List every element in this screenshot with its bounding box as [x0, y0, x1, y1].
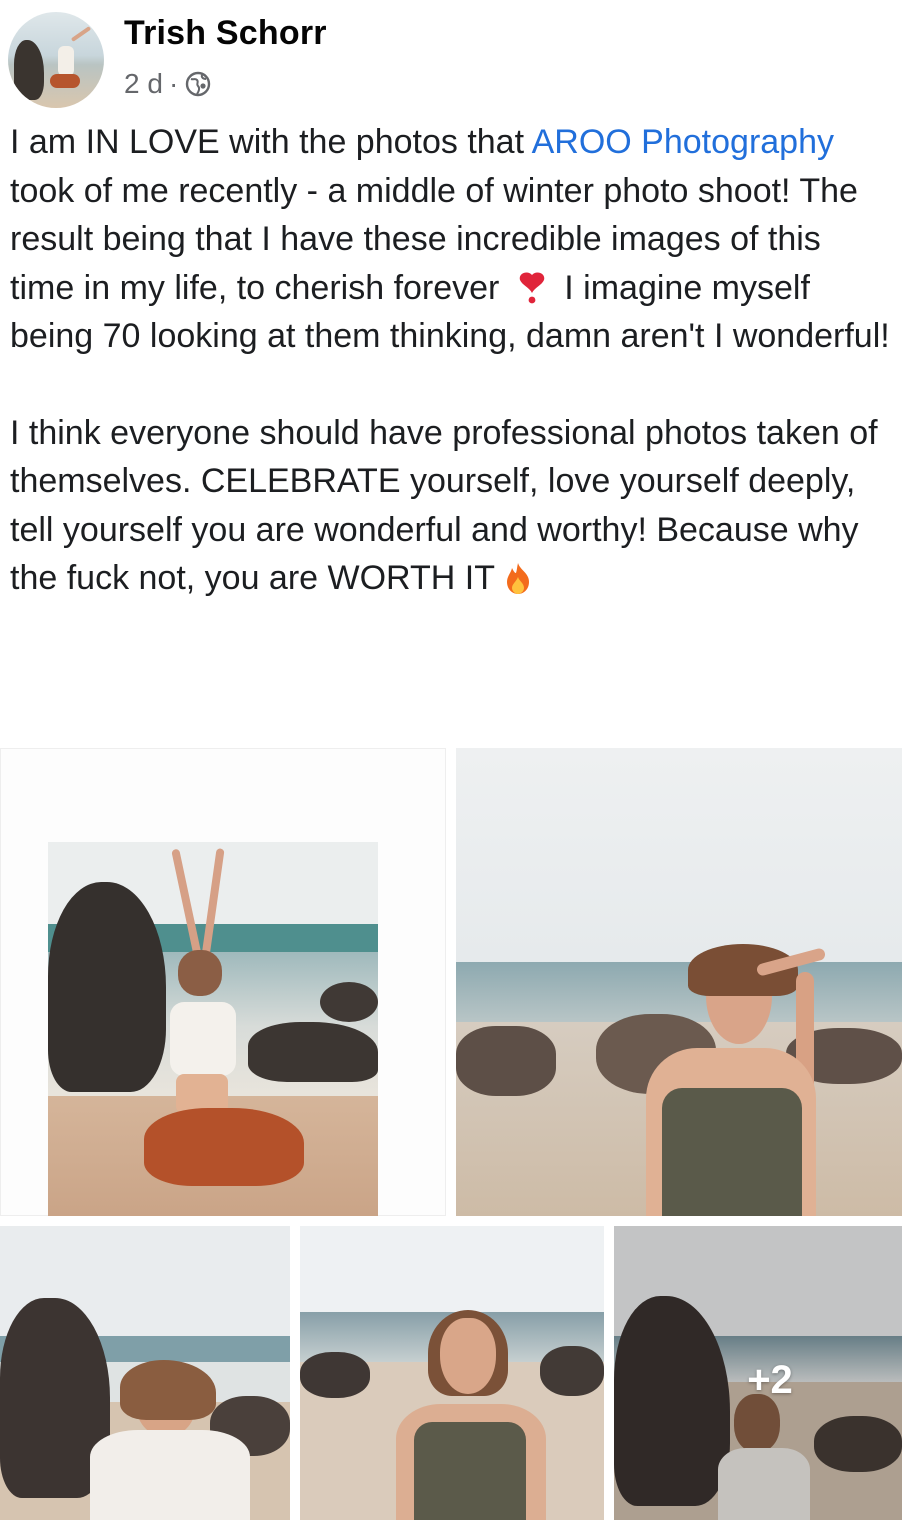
meta-separator: · — [168, 68, 179, 99]
page-link-aroo-photography[interactable]: AROO Photography — [532, 123, 834, 161]
gallery-photo-3[interactable] — [0, 1226, 290, 1520]
more-photos-overlay[interactable]: +2 — [614, 1226, 902, 1520]
photo-hand-in-hair — [456, 748, 902, 1216]
post-meta: 2 d · — [124, 66, 212, 102]
gallery-photo-4[interactable] — [300, 1226, 604, 1520]
post-text-segment: I am IN LOVE with the photos that — [10, 123, 532, 161]
fire-icon — [506, 563, 529, 594]
more-photos-count: +2 — [747, 1358, 793, 1402]
post-paragraph-1: I am IN LOVE with the photos that AROO P… — [10, 118, 894, 361]
post-header: Trish Schorr 2 d · — [0, 0, 902, 110]
avatar[interactable] — [8, 12, 104, 108]
post-text-segment: I think everyone should have professiona… — [10, 413, 878, 598]
gallery-photo-2[interactable] — [456, 748, 902, 1216]
photo-laughing — [0, 1226, 290, 1520]
photo-gallery: +2 — [0, 748, 902, 1520]
author-name[interactable]: Trish Schorr — [124, 14, 327, 53]
photo-portrait — [300, 1226, 604, 1520]
globe-icon[interactable] — [184, 70, 212, 98]
gallery-photo-5-more[interactable]: +2 — [614, 1226, 902, 1520]
heart-exclamation-icon — [519, 272, 545, 303]
post-timestamp[interactable]: 2 d — [124, 68, 163, 100]
post-paragraph-2: I think everyone should have professiona… — [10, 409, 894, 603]
post-body: I am IN LOVE with the photos that AROO P… — [10, 118, 894, 603]
photo-yoga-pose — [48, 842, 378, 1216]
gallery-photo-1[interactable] — [0, 748, 446, 1216]
